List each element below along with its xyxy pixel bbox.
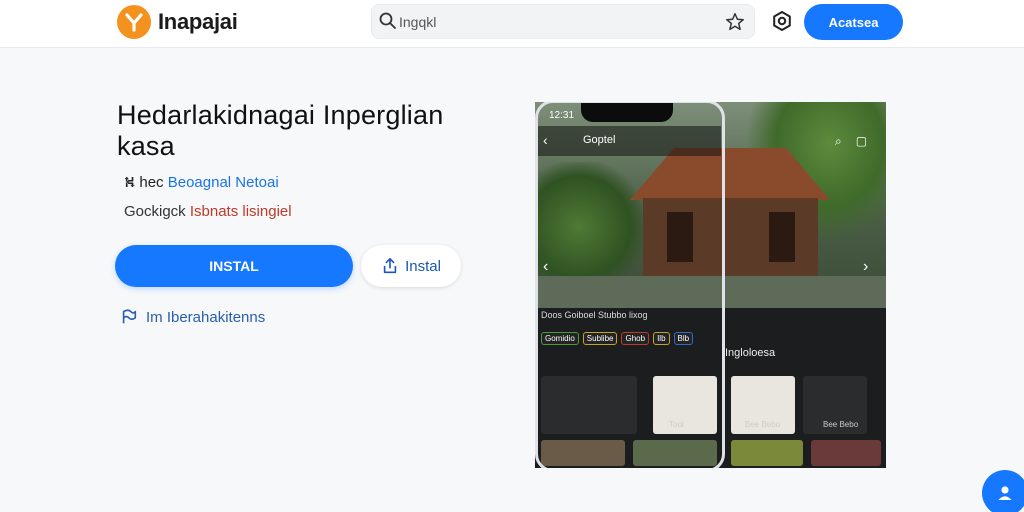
chip: Sublibe (582, 332, 618, 345)
category-line: Gockigck Isbnats lisingiel (124, 203, 292, 220)
screenshot-section-title: Ingloloesa (725, 347, 776, 359)
screenshot-app-title: Goptel (583, 134, 616, 146)
developer-line: ⛕ hec Beoagnal Netoai (124, 174, 279, 193)
tile-label: Bee Bebo (745, 420, 781, 429)
app-title: Hedarlakidnagai Inperglian kasa (117, 100, 444, 161)
next-arrow-icon[interactable]: › (863, 258, 868, 276)
tile (653, 376, 717, 434)
tile-label: Tool (669, 420, 684, 429)
tile (811, 440, 881, 466)
logo[interactable] (117, 5, 151, 39)
search-icon (379, 12, 396, 29)
developer-link[interactable]: Beoagnal Netoai (168, 174, 279, 191)
chip: Ilb (653, 332, 670, 345)
screenshot-tiles: Tool Bee Bebo Bee Bebo (541, 376, 881, 466)
secondary-install-button[interactable]: Instal (361, 245, 461, 287)
search-icon: ⌕ (835, 134, 842, 148)
developer-prefix: hec (139, 174, 164, 191)
tile (541, 440, 625, 466)
chip: Gomidio (541, 332, 579, 345)
tile (731, 440, 803, 466)
screenshot-chips: Gomidio Sublibe Ghob Ilb Blb (541, 332, 694, 345)
star-icon[interactable] (724, 11, 746, 33)
account-fab[interactable] (982, 470, 1024, 512)
search-bar[interactable]: Ingqkl (371, 4, 755, 39)
report-label: Im Iberahakitenns (146, 308, 266, 326)
report-link[interactable]: Im Iberahakitenns (120, 308, 265, 326)
settings-icon[interactable] (770, 9, 794, 33)
chip: Ghob (621, 332, 650, 345)
screenshot-tools: ⌕ ▢ (835, 134, 867, 149)
bookmark-icon: ▢ (855, 134, 868, 148)
header-action-button[interactable]: Acatsea (804, 4, 903, 40)
flag-icon (122, 309, 137, 324)
tile (633, 440, 717, 466)
top-bar: Inapajai Ingqkl Acatsea (0, 0, 1024, 48)
screenshot-app-bar: ‹ Goptel (535, 126, 721, 156)
category-prefix: Gockigck (124, 203, 186, 220)
tile (541, 376, 637, 434)
previous-arrow-icon[interactable]: ‹ (543, 258, 548, 276)
status-time: 12:31 (549, 110, 575, 121)
tile-label: Bee Bebo (823, 420, 859, 429)
user-icon (998, 486, 1012, 500)
app-screenshot[interactable]: 12:31 ‹ Goptel ⌕ ▢ ‹ › Doos Goiboel Stub… (535, 102, 886, 468)
screenshot-tagline: Doos Goiboel Stubbo lixog (541, 310, 648, 320)
share-icon (383, 257, 397, 274)
developer-icon: ⛕ (124, 174, 136, 191)
search-input[interactable]: Ingqkl (399, 14, 436, 30)
chip: Blb (673, 332, 694, 345)
category-value: Isbnats lisingiel (189, 203, 292, 220)
back-arrow-icon: ‹ (543, 132, 548, 148)
secondary-install-label: Instal (405, 257, 441, 275)
install-button[interactable]: INSTAL (115, 245, 353, 287)
phone-notch (581, 102, 673, 122)
logo-icon (125, 13, 143, 32)
brand-name[interactable]: Inapajai (158, 9, 238, 35)
